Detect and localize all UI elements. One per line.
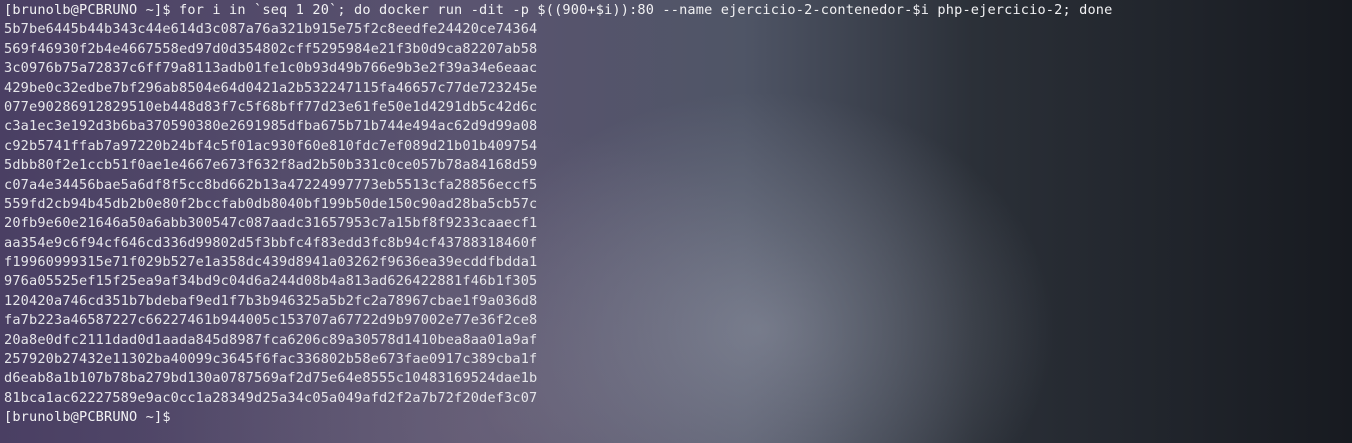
output-line: 3c0976b75a72837c6ff79a8113adb01fe1c0b93d… [4,60,538,77]
text-cursor [171,408,180,424]
output-line: 20a8e0dfc2111dad0d1aada845d8987fca6206c8… [4,331,538,348]
output-line: 976a05525ef15f25ea9af34bd9c04d6a244d08b4… [4,273,538,290]
output-line: c07a4e34456bae5a6df8f5cc8bd662b13a472249… [4,176,538,193]
output-line: c92b5741ffab7a97220b24bf4c5f01ac930f60e8… [4,137,538,154]
terminal-window[interactable]: [brunolb@PCBRUNO ~]$ for i in `seq 1 20`… [0,0,1352,443]
command-prompt: [brunolb@PCBRUNO ~]$ [4,2,180,18]
output-line: d6eab8a1b107b78ba279bd130a0787569af2d75e… [4,370,538,387]
output-line: aa354e9c6f94cf646cd336d99802d5f3bbfc4f83… [4,234,538,251]
prompt-line[interactable]: [brunolb@PCBRUNO ~]$ [4,408,1352,427]
output-line: 257920b27432e11302ba40099c3645f6fac33680… [4,351,538,368]
output-line: fa7b223a46587227c66227461b944005c153707a… [4,312,538,329]
output-line: 81bca1ac62227589e9ac0cc1a28349d25a34c05a… [4,389,538,406]
output-line: 20fb9e60e21646a50a6abb300547c087aadc3165… [4,215,538,232]
output-line: f19960999315e71f029b527e1a358dc439d8941a… [4,254,538,271]
final-prompt: [brunolb@PCBRUNO ~]$ [4,409,171,426]
output-line: 077e90286912829510eb448d83f7c5f68bff77d2… [4,98,538,115]
output-line: 429be0c32edbe7bf296ab8504e64d0421a2b5322… [4,79,538,96]
command-line: [brunolb@PCBRUNO ~]$ for i in `seq 1 20`… [4,1,1352,20]
output-line: 5dbb80f2e1ccb51f0ae1e4667e673f632f8ad2b5… [4,157,538,174]
output-line: 569f46930f2b4e4667558ed97d0d354802cff529… [4,40,538,57]
command-text: for i in `seq 1 20`; do docker run -dit … [179,2,1113,18]
output-line: c3a1ec3e192d3b6ba370590380e2691985dfba67… [4,118,538,135]
output-line: 559fd2cb94b45db2b0e80f2bccfab0db8040bf19… [4,195,538,212]
output-line: 5b7be6445b44b343c44e614d3c087a76a321b915… [4,21,538,38]
output-line: 120420a746cd351b7bdebaf9ed1f7b3b946325a5… [4,292,538,309]
